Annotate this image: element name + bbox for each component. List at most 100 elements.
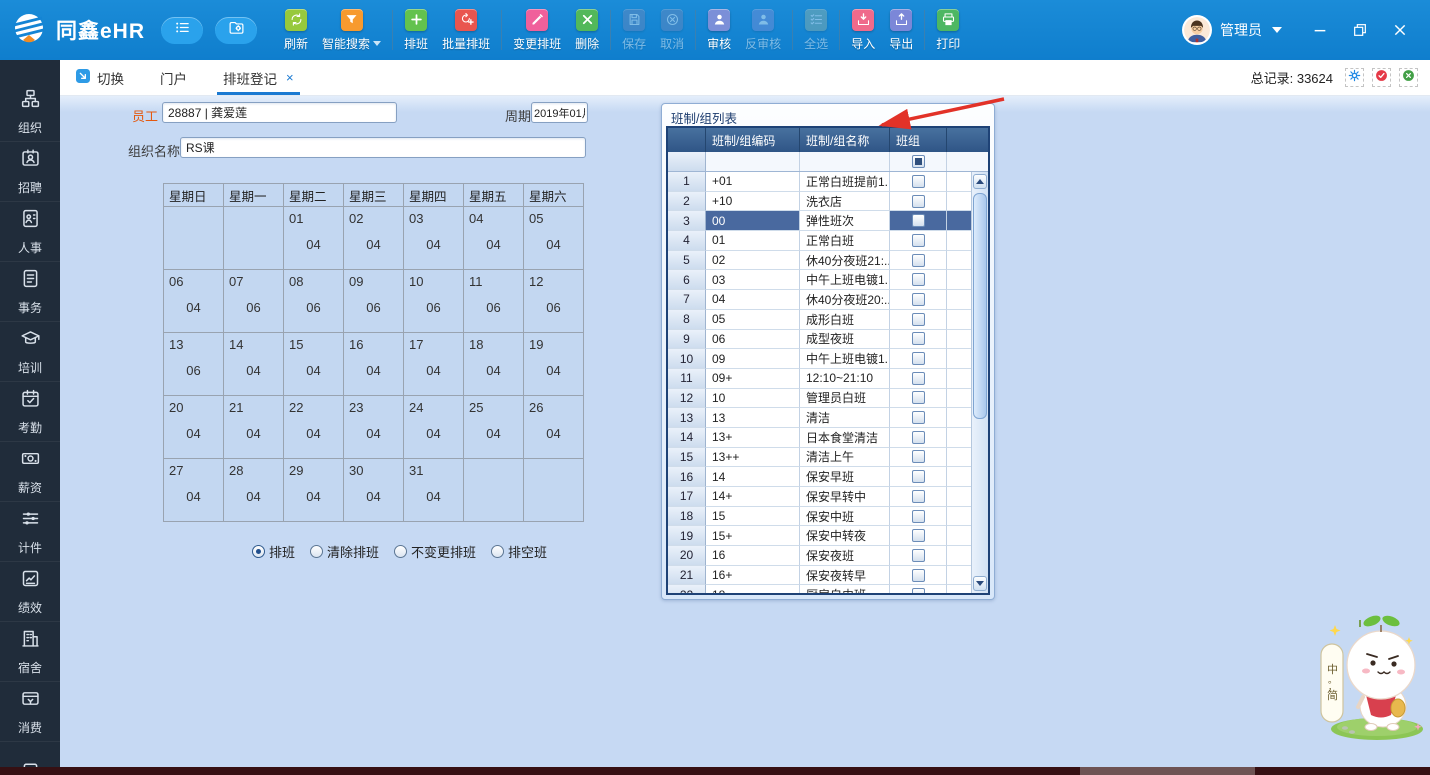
calendar-day-cell[interactable]: 2304: [344, 396, 404, 459]
row-checkbox[interactable]: [912, 273, 925, 286]
sidebar-item-doc[interactable]: 事务: [0, 262, 60, 322]
calendar-day-cell[interactable]: 0204: [344, 207, 404, 270]
row-checkbox[interactable]: [912, 195, 925, 208]
toolbar-plus-button[interactable]: 排班: [397, 9, 435, 52]
shift-code-cell[interactable]: 16+: [706, 566, 800, 586]
shift-row[interactable]: 1513++清洁上午: [668, 448, 971, 468]
sidebar-item-docperson[interactable]: 人事: [0, 202, 60, 262]
calendar-day-cell[interactable]: 1604: [344, 333, 404, 396]
select-all-checkbox[interactable]: [912, 155, 925, 168]
shift-row[interactable]: 1413+日本食堂清洁: [668, 428, 971, 448]
shift-code-cell[interactable]: 15+: [706, 526, 800, 546]
calendar-day-cell[interactable]: 2604: [524, 396, 584, 459]
row-checkbox[interactable]: [912, 411, 925, 424]
toolbar-cross-button[interactable]: 删除: [568, 9, 606, 52]
radio-option[interactable]: 不变更排班: [394, 542, 476, 561]
shift-row[interactable]: 1915+保安中转夜: [668, 526, 971, 546]
tab-portal[interactable]: 门户: [160, 60, 187, 95]
col-code[interactable]: 班制/组编码: [706, 128, 800, 152]
shift-name-cell[interactable]: 保安中班: [800, 507, 890, 527]
shift-row[interactable]: 704休40分夜班20:...: [668, 290, 971, 310]
vertical-scrollbar[interactable]: [971, 172, 988, 593]
shift-name-cell[interactable]: 保安早转中: [800, 487, 890, 507]
row-checkbox[interactable]: [912, 352, 925, 365]
row-checkbox[interactable]: [912, 549, 925, 562]
user-menu[interactable]: 管理员: [1182, 15, 1282, 45]
sidebar-item-idcard[interactable]: 招聘: [0, 142, 60, 202]
row-checkbox[interactable]: [912, 529, 925, 542]
calendar-day-cell[interactable]: 1306: [164, 333, 224, 396]
shift-code-cell[interactable]: +01: [706, 172, 800, 192]
row-checkbox[interactable]: [912, 293, 925, 306]
shift-name-cell[interactable]: 保安夜班: [800, 546, 890, 566]
col-group[interactable]: 班组: [890, 128, 947, 152]
calendar-day-cell[interactable]: 3004: [344, 459, 404, 522]
shift-name-cell[interactable]: 12:10~21:10: [800, 369, 890, 389]
shift-name-cell[interactable]: 弹性班次: [800, 211, 890, 231]
shift-name-cell[interactable]: 成形白班: [800, 310, 890, 330]
shift-name-cell[interactable]: 清洁上午: [800, 448, 890, 468]
calendar-day-cell[interactable]: 1206: [524, 270, 584, 333]
shift-name-cell[interactable]: 保安夜转早: [800, 566, 890, 586]
calendar-day-cell[interactable]: 0504: [524, 207, 584, 270]
shift-code-cell[interactable]: 13+: [706, 428, 800, 448]
calendar-day-cell[interactable]: 0706: [224, 270, 284, 333]
shift-row[interactable]: 1313清洁: [668, 408, 971, 428]
shift-row[interactable]: 2016保安夜班: [668, 546, 971, 566]
calendar-day-cell[interactable]: 0404: [464, 207, 524, 270]
shift-name-cell[interactable]: 日本食堂清洁: [800, 428, 890, 448]
sidebar-item-building[interactable]: 宿舍: [0, 622, 60, 682]
shift-code-cell[interactable]: 13: [706, 408, 800, 428]
toolbar-person-button[interactable]: 审核: [700, 9, 738, 52]
calendar-day-cell[interactable]: 1006: [404, 270, 464, 333]
sidebar-item-money[interactable]: 薪资: [0, 442, 60, 502]
toolbar-pencil-button[interactable]: 变更排班: [506, 9, 568, 52]
toolbar-refresh-button[interactable]: 刷新: [277, 9, 315, 52]
shift-row[interactable]: 2+10洗衣店: [668, 192, 971, 212]
shift-row[interactable]: 2116+保安夜转早: [668, 566, 971, 586]
close-button[interactable]: [1392, 22, 1408, 38]
row-checkbox[interactable]: [912, 254, 925, 267]
shift-name-cell[interactable]: 清洁: [800, 408, 890, 428]
shift-row[interactable]: 401正常白班: [668, 231, 971, 251]
radio-option[interactable]: 排空班: [491, 542, 547, 561]
shift-name-cell[interactable]: 正常白班提前1...: [800, 172, 890, 192]
calendar-day-cell[interactable]: 0906: [344, 270, 404, 333]
shift-row[interactable]: 1815保安中班: [668, 507, 971, 527]
shift-name-cell[interactable]: 洗衣店: [800, 192, 890, 212]
sidebar-item-sliders[interactable]: 计件: [0, 502, 60, 562]
calendar-day-cell[interactable]: 0604: [164, 270, 224, 333]
minimize-button[interactable]: [1312, 22, 1328, 38]
shift-code-cell[interactable]: 00: [706, 211, 800, 231]
row-checkbox[interactable]: [912, 490, 925, 503]
menu-list-button[interactable]: [161, 17, 203, 44]
shift-row[interactable]: 1+01正常白班提前1...: [668, 172, 971, 192]
shift-name-cell[interactable]: 保安早班: [800, 467, 890, 487]
tab-schedule-register[interactable]: 排班登记 ×: [223, 60, 294, 95]
shift-name-cell[interactable]: 厨房自由班: [800, 585, 890, 593]
row-checkbox[interactable]: [912, 588, 925, 593]
shift-code-cell[interactable]: 16: [706, 546, 800, 566]
shift-code-cell[interactable]: 10: [706, 389, 800, 409]
org-name-input[interactable]: [180, 137, 586, 158]
shift-name-cell[interactable]: 正常白班: [800, 231, 890, 251]
folder-settings-button[interactable]: [215, 17, 257, 44]
calendar-day-cell[interactable]: 2804: [224, 459, 284, 522]
calendar-day-cell[interactable]: 2004: [164, 396, 224, 459]
sidebar-item-calcheck[interactable]: 考勤: [0, 382, 60, 442]
shift-code-cell[interactable]: 04: [706, 290, 800, 310]
ime-mascot-widget[interactable]: 中。，简: [1305, 611, 1430, 746]
shift-code-cell[interactable]: 15: [706, 507, 800, 527]
scrollbar-thumb[interactable]: [973, 193, 987, 419]
toolbar-export-button[interactable]: 导出: [882, 9, 920, 52]
shift-code-cell[interactable]: 01: [706, 231, 800, 251]
shift-row[interactable]: 2218厨房自由班: [668, 585, 971, 593]
col-name[interactable]: 班制/组名称: [800, 128, 890, 152]
calendar-day-cell[interactable]: [164, 207, 224, 270]
shift-name-cell[interactable]: 中午上班电镀1...: [800, 270, 890, 290]
shift-code-cell[interactable]: 09: [706, 349, 800, 369]
toolbar-print-button[interactable]: 打印: [929, 9, 967, 52]
calendar-day-cell[interactable]: 1106: [464, 270, 524, 333]
shift-row[interactable]: 1614保安早班: [668, 467, 971, 487]
scroll-down-button[interactable]: [973, 576, 987, 591]
